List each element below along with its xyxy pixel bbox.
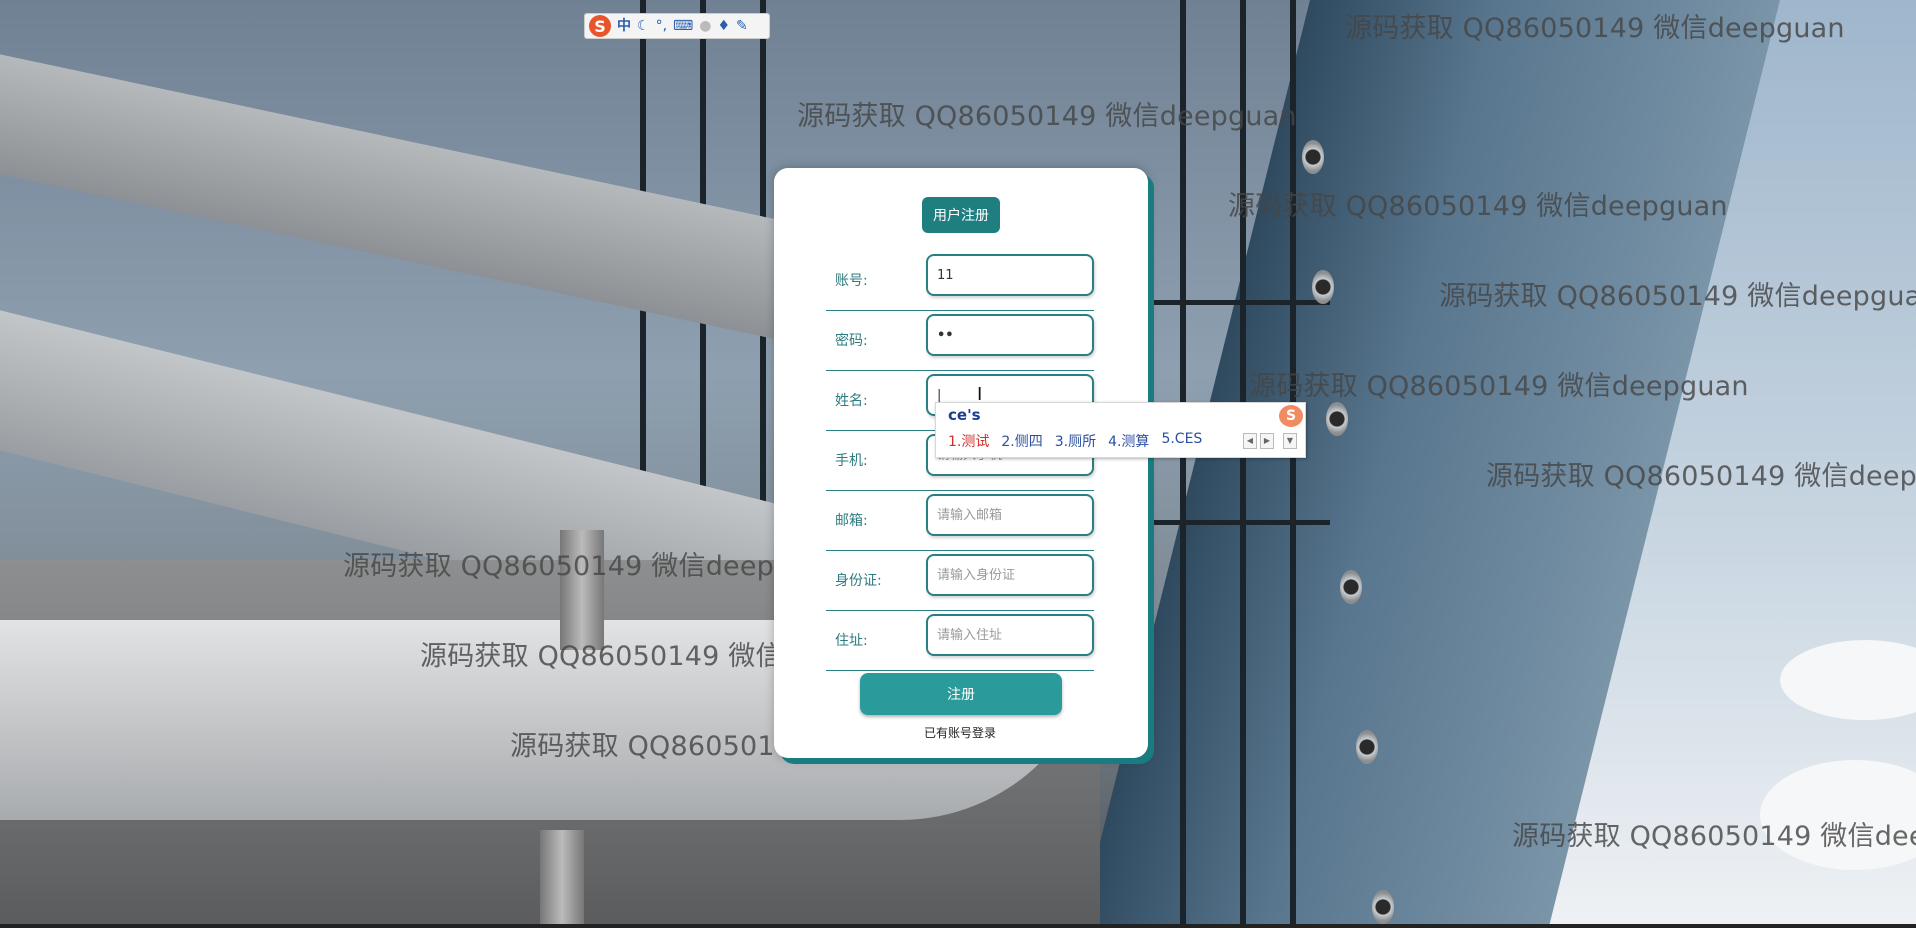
watermark: 源码获取 QQ86050149 微信deepguan [1439, 281, 1916, 312]
id-card-input[interactable] [926, 554, 1094, 596]
email-row: 邮箱: [826, 490, 1094, 551]
id-card-label: 身份证: [835, 573, 882, 589]
page-title: 用户注册 [922, 197, 1000, 233]
porthole-window [1340, 570, 1362, 604]
register-button[interactable]: 注册 [860, 673, 1062, 715]
ime-composition-text: ce's [948, 406, 981, 424]
password-label: 密码: [835, 333, 868, 349]
transom [1150, 300, 1330, 305]
password-input[interactable] [926, 314, 1094, 356]
account-label: 账号: [835, 273, 868, 289]
candidate-item[interactable]: 2.侧四 [1001, 431, 1042, 451]
sogou-logo-icon: S [1279, 405, 1303, 427]
watermark: 源码获取 QQ86050149 微信deepguan [1345, 13, 1845, 44]
address-label: 住址: [835, 633, 868, 649]
candidate-item[interactable]: 1.测试 [948, 431, 989, 451]
name-label: 姓名: [835, 393, 868, 409]
email-input[interactable] [926, 494, 1094, 536]
sogou-logo-icon[interactable]: S [589, 15, 611, 37]
window-bottom-edge [0, 924, 1916, 928]
watermark: 源码获取 QQ86050149 微信deepguan [1512, 821, 1916, 852]
watermark: 源码获取 QQ86050149 微信deepguan [343, 551, 843, 582]
porthole-window [1312, 270, 1334, 304]
register-card: 用户注册 账号: 密码: 姓名: 手机: 邮箱: 身份证: 住址: 注册 已有账… [774, 168, 1148, 758]
address-input[interactable] [926, 614, 1094, 656]
skin-icon[interactable]: ♦ [717, 19, 730, 33]
candidate-list: 1.测试 2.侧四 3.厕所 4.测算 5.CES [948, 431, 1202, 451]
mullion [1290, 0, 1296, 924]
candidate-nav: ◀ ▶ ▼ [1243, 433, 1297, 449]
account-input[interactable] [926, 254, 1094, 296]
moon-icon[interactable]: ☾ [637, 19, 650, 33]
watermark: 源码获取 QQ86050149 微信deepguan [797, 101, 1297, 132]
next-page-icon[interactable]: ▶ [1260, 433, 1274, 449]
mullion [1180, 0, 1186, 924]
punctuation-icon[interactable]: °, [656, 19, 667, 33]
id-card-row: 身份证: [826, 550, 1094, 611]
phone-label: 手机: [835, 453, 868, 469]
ime-candidate-window[interactable]: ce's S 1.测试 2.侧四 3.厕所 4.测算 5.CES ◀ ▶ ▼ [935, 402, 1306, 458]
keyboard-icon[interactable]: ⌨ [673, 19, 693, 33]
porthole-window [1356, 730, 1378, 764]
ime-status-bar[interactable]: S 中 ☾ °, ⌨ ● ♦ ✎ [584, 13, 770, 39]
porthole-window [1326, 402, 1348, 436]
watermark: 源码获取 QQ86050149 微信deepguan [1228, 191, 1728, 222]
user-icon[interactable]: ● [699, 19, 711, 33]
email-label: 邮箱: [835, 513, 868, 529]
transom [1150, 520, 1330, 525]
porthole-window [1372, 890, 1394, 924]
tools-icon[interactable]: ✎ [736, 19, 748, 33]
login-link[interactable]: 已有账号登录 [924, 724, 996, 741]
watermark: 源码获取 QQ86050149 微信deepguan [1249, 371, 1749, 402]
column [540, 830, 584, 924]
chinese-mode-toggle[interactable]: 中 [617, 19, 631, 33]
account-row: 账号: [826, 250, 1094, 311]
candidate-item[interactable]: 5.CES [1161, 431, 1202, 451]
mullion [1240, 0, 1246, 924]
watermark: 源码获取 QQ86050149 微信deepguan [1486, 461, 1916, 492]
address-row: 住址: [826, 610, 1094, 671]
porthole-window [1302, 140, 1324, 174]
expand-icon[interactable]: ▼ [1283, 433, 1297, 449]
password-row: 密码: [826, 310, 1094, 371]
candidate-item[interactable]: 3.厕所 [1055, 431, 1096, 451]
prev-page-icon[interactable]: ◀ [1243, 433, 1257, 449]
candidate-item[interactable]: 4.测算 [1108, 431, 1149, 451]
